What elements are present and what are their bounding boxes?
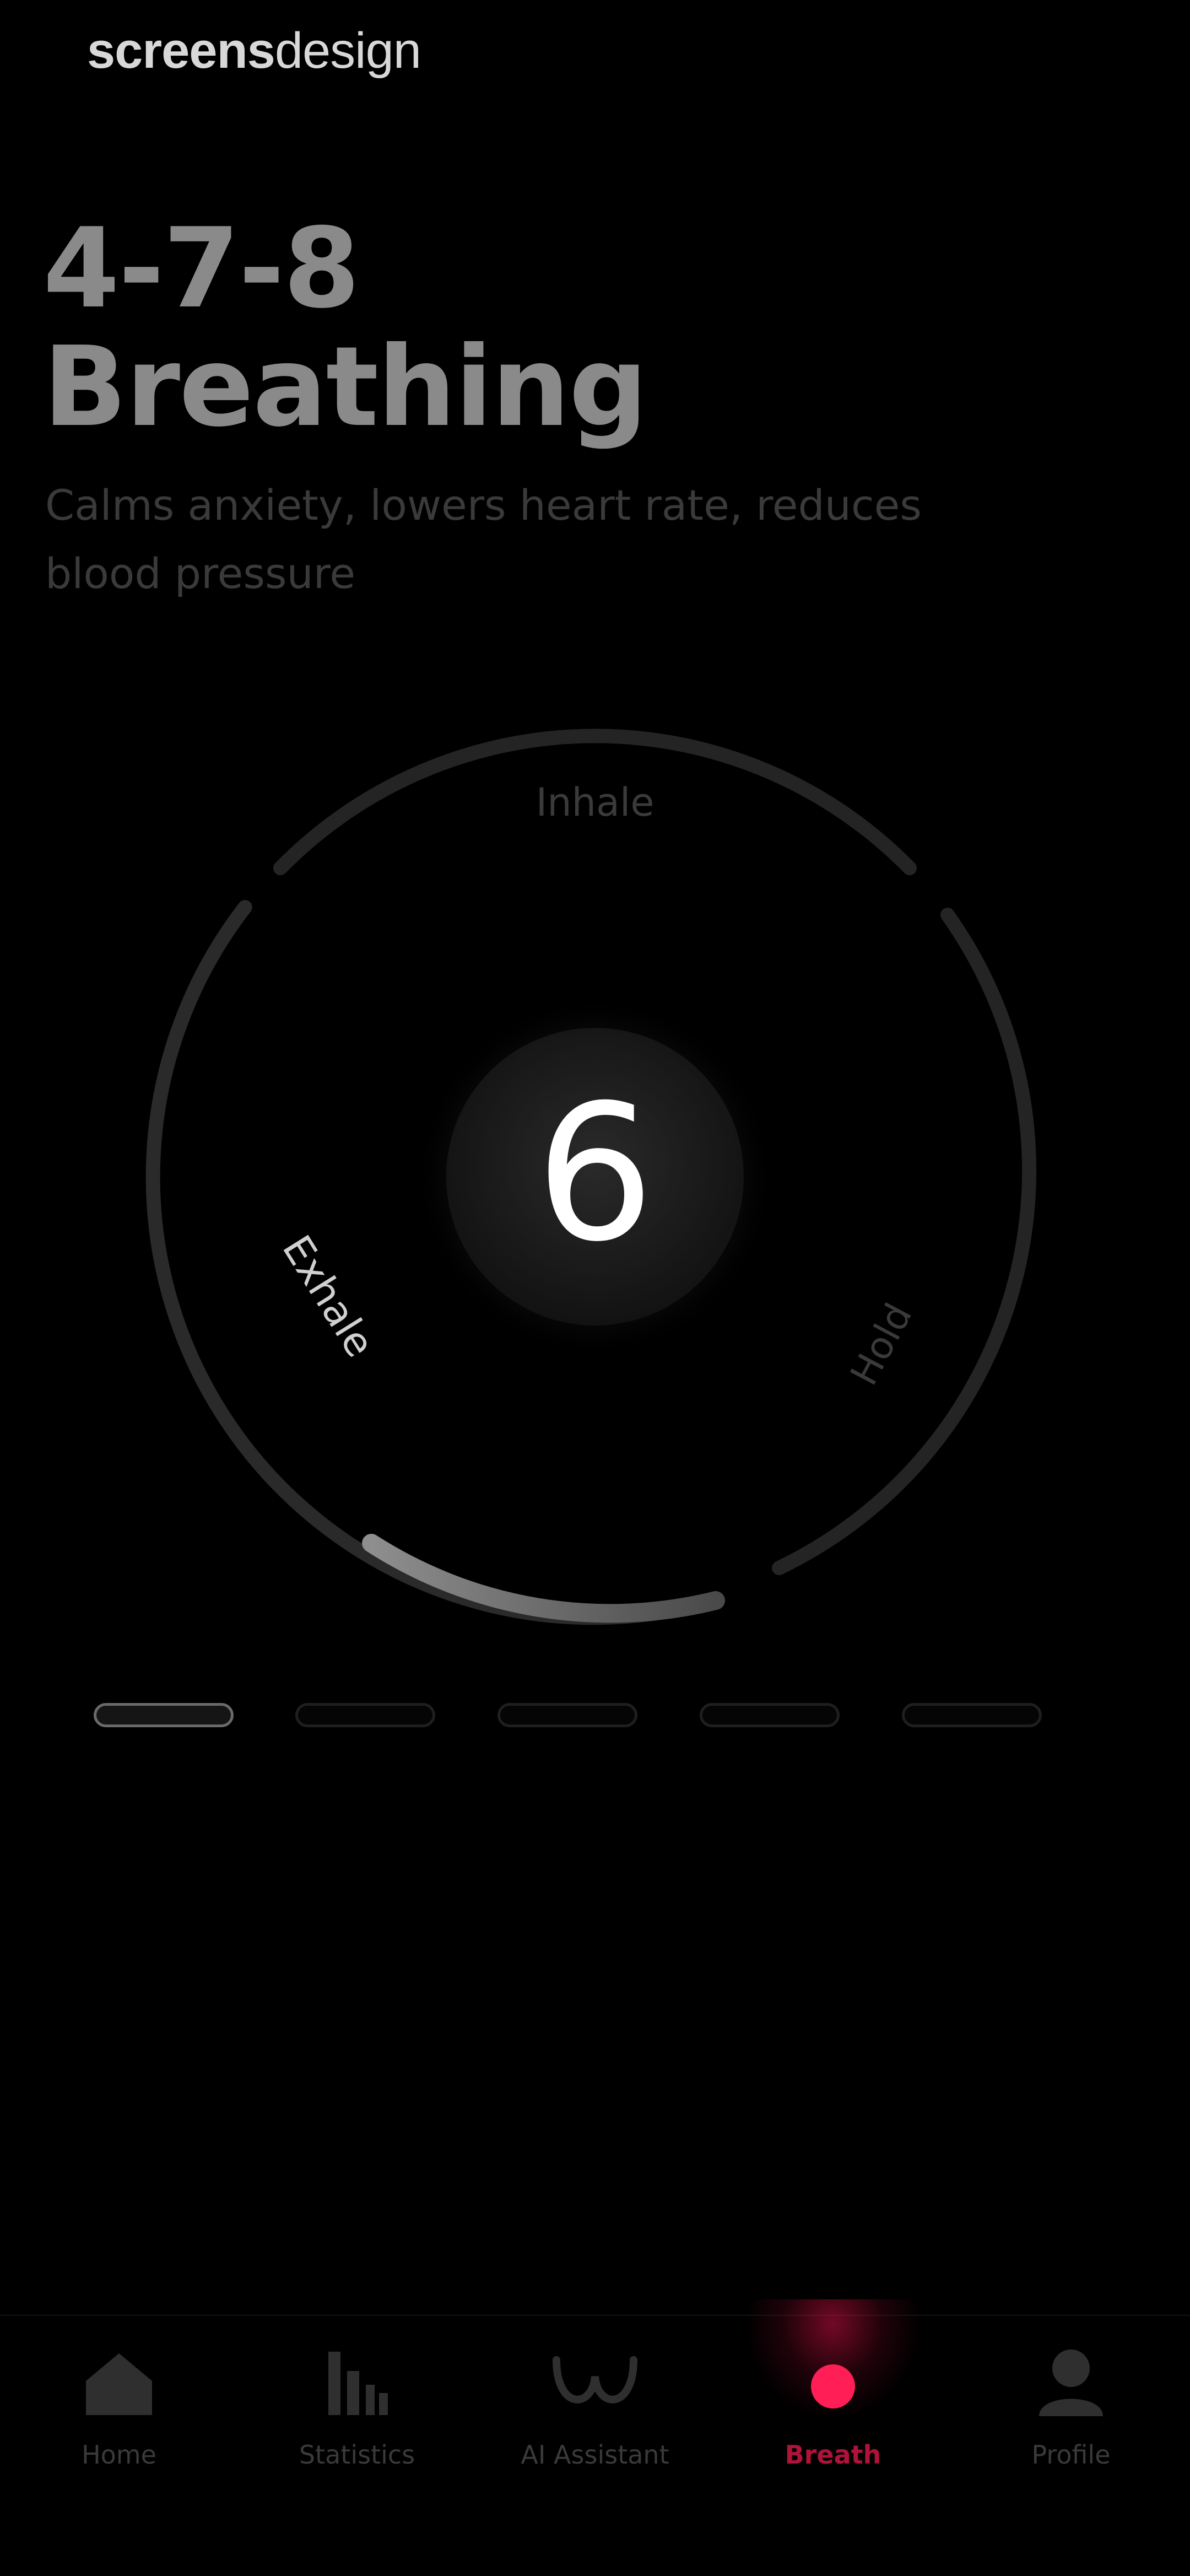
tab-home-label: Home <box>82 2440 156 2470</box>
pager-dot-1[interactable] <box>94 1703 234 1727</box>
phase-label-hold: Hold <box>842 1297 921 1393</box>
pager <box>0 1703 1190 1731</box>
phase-label-exhale: Exhale <box>273 1227 383 1365</box>
ring-segment-hold <box>772 908 1037 1575</box>
phase-label-inhale: Inhale <box>536 780 654 825</box>
countdown-value: 6 <box>535 1065 655 1283</box>
countdown-circle: 6 <box>446 1028 744 1325</box>
tab-statistics-label: Statistics <box>299 2440 415 2470</box>
home-icon <box>86 2353 152 2415</box>
tab-breath-label: Breath <box>785 2440 881 2470</box>
ring-progress-exhale <box>362 1534 725 1623</box>
profile-icon <box>1039 2349 1103 2416</box>
ai-assistant-icon <box>553 2356 637 2403</box>
pager-dot-4[interactable] <box>700 1703 840 1727</box>
tab-ai-assistant[interactable]: AI Assistant <box>476 2316 714 2547</box>
tab-home[interactable]: Home <box>0 2316 238 2547</box>
tab-profile-label: Profile <box>1031 2440 1111 2470</box>
pager-dot-2[interactable] <box>295 1703 435 1727</box>
tab-breath[interactable]: Breath <box>714 2299 952 2547</box>
tab-profile[interactable]: Profile <box>952 2316 1190 2547</box>
pager-dot-5[interactable] <box>902 1703 1042 1727</box>
tab-ai-assistant-label: AI Assistant <box>521 2440 669 2470</box>
breath-dot-icon <box>811 2364 855 2408</box>
tab-statistics[interactable]: Statistics <box>238 2316 476 2547</box>
pager-dot-3[interactable] <box>497 1703 637 1727</box>
bar-chart-icon <box>328 2352 388 2415</box>
tab-bar: Home Statistics AI Assistant Breath Prof… <box>0 2299 1190 2575</box>
